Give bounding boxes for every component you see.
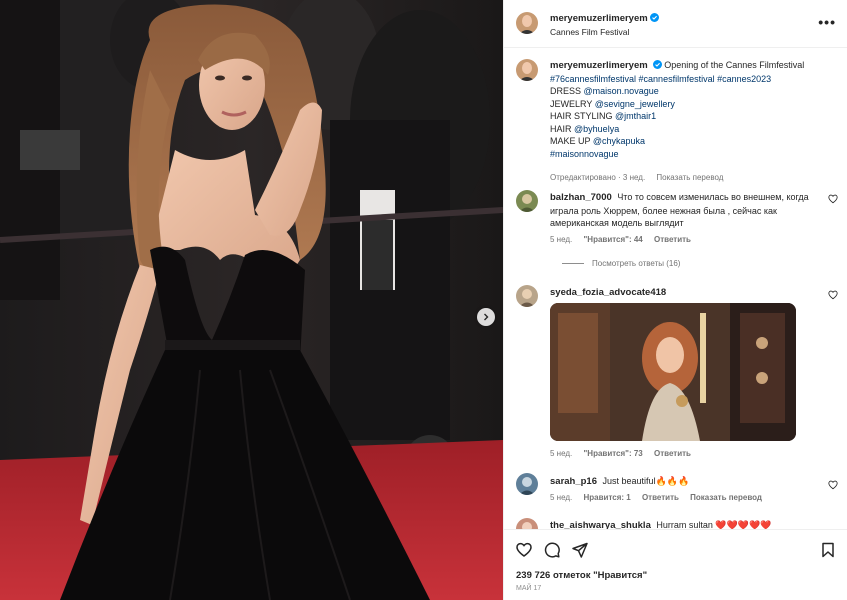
- photo-image: [0, 0, 503, 600]
- caption-hashtags[interactable]: #76cannesfilmfestival #cannesfilmfestiva…: [550, 74, 771, 84]
- comment-avatar[interactable]: [516, 473, 538, 495]
- comment-meta: 5 нед. Нравится: 1 Ответить Показать пер…: [550, 493, 771, 502]
- view-replies-label: Посмотреть ответы (16): [592, 259, 681, 268]
- caption-meta: Отредактировано · 3 нед. Показать перево…: [550, 173, 732, 182]
- caption-translate-button[interactable]: Показать перевод: [656, 173, 723, 182]
- comments-list[interactable]: meryemuzerlimeryem Opening of the Cannes…: [504, 48, 847, 529]
- author-avatar[interactable]: [516, 12, 538, 34]
- verified-badge-icon: [652, 60, 662, 69]
- author-username[interactable]: meryemuzerlimeryem: [550, 13, 648, 24]
- comment-likes-count[interactable]: "Нравится": 44: [584, 235, 643, 244]
- caption-mention[interactable]: @maison.novague: [584, 86, 659, 96]
- comment-time: 5 нед.: [550, 235, 573, 244]
- caption-label: HAIR STYLING: [550, 111, 613, 121]
- post-header: meryemuzerlimeryem Cannes Film Festival …: [504, 0, 847, 48]
- post-photo: [0, 0, 503, 600]
- caption-label: HAIR: [550, 123, 572, 134]
- comment-likes-count[interactable]: "Нравится": 73: [584, 449, 643, 458]
- caption-avatar[interactable]: [516, 59, 538, 81]
- comment-avatar[interactable]: [516, 190, 538, 212]
- comment-username[interactable]: the_aishwarya_shukla: [550, 520, 651, 529]
- caption-username[interactable]: meryemuzerlimeryem: [550, 60, 648, 71]
- comment-text: syeda_fozia_advocate418: [550, 286, 818, 300]
- comment-gif[interactable]: [550, 303, 796, 441]
- comment-reply-button[interactable]: Ответить: [654, 235, 691, 244]
- caption-text: meryemuzerlimeryem Opening of the Cannes…: [550, 59, 818, 160]
- comment-translate-button[interactable]: Показать перевод: [690, 493, 762, 502]
- more-options-icon: •••: [818, 14, 836, 30]
- verified-badge-icon: [649, 13, 659, 22]
- caption-mention[interactable]: @chykapuka: [593, 136, 645, 146]
- caption-label: MAKE UP: [550, 136, 591, 146]
- comment-text: the_aishwarya_shukla Hurram sultan ❤️❤️❤…: [550, 519, 818, 529]
- caption-mention[interactable]: @jmthair1: [615, 111, 656, 121]
- comment-meta: 5 нед. "Нравится": 73 Ответить: [550, 449, 700, 458]
- comment-avatar[interactable]: [516, 518, 538, 529]
- share-icon[interactable]: [572, 542, 588, 558]
- comment-like-heart-icon[interactable]: [828, 480, 838, 490]
- comment-avatar[interactable]: [516, 285, 538, 307]
- comment-likes-count[interactable]: Нравится: 1: [584, 493, 631, 502]
- comment-like-heart-icon[interactable]: [828, 194, 838, 204]
- comment-body: Just beautiful🔥🔥🔥: [602, 476, 690, 486]
- comment-time: 5 нед.: [550, 493, 573, 502]
- more-options-button[interactable]: •••: [818, 14, 836, 30]
- comment-icon[interactable]: [544, 542, 560, 558]
- comment-text: balzhan_7000 Что то совсем изменилась во…: [550, 191, 818, 230]
- comment-username[interactable]: sarah_p16: [550, 476, 597, 487]
- replies-divider: [562, 263, 584, 264]
- view-replies-button[interactable]: Посмотреть ответы (16): [562, 259, 680, 268]
- post-side-panel: meryemuzerlimeryem Cannes Film Festival …: [503, 0, 847, 600]
- caption-mention[interactable]: @byhuelya: [574, 124, 619, 134]
- caption-mention[interactable]: @sevigne_jewellery: [595, 99, 675, 109]
- comment-body: Hurram sultan ❤️❤️❤️❤️❤️: [656, 520, 772, 529]
- caption-line: Opening of the Cannes Filmfestival: [664, 60, 805, 70]
- post-location[interactable]: Cannes Film Festival: [550, 27, 629, 37]
- caption-label: DRESS: [550, 86, 582, 96]
- comment-reply-button[interactable]: Ответить: [654, 449, 691, 458]
- comment-username[interactable]: balzhan_7000: [550, 192, 612, 203]
- comment-text: sarah_p16 Just beautiful🔥🔥🔥: [550, 475, 818, 489]
- heart-icon[interactable]: [516, 542, 532, 558]
- comment-username[interactable]: syeda_fozia_advocate418: [550, 287, 666, 298]
- post-actions-bar: 239 726 отметок "Нравится" МАЙ 17: [504, 529, 847, 600]
- post-date: МАЙ 17: [516, 585, 542, 592]
- next-photo-button[interactable]: [477, 308, 495, 326]
- likes-count[interactable]: 239 726 отметок "Нравится": [516, 570, 647, 581]
- comment-meta: 5 нед. "Нравится": 44 Ответить: [550, 235, 700, 244]
- comment-time: 5 нед.: [550, 449, 573, 458]
- bookmark-icon[interactable]: [820, 542, 836, 558]
- gif-image: [550, 303, 796, 441]
- instagram-post-modal: meryemuzerlimeryem Cannes Film Festival …: [0, 0, 847, 600]
- chevron-right-icon: [484, 313, 489, 321]
- caption-label: JEWELRY: [550, 98, 593, 109]
- caption-edited: Отредактировано · 3 нед.: [550, 173, 646, 182]
- comment-like-heart-icon[interactable]: [828, 290, 838, 300]
- comment-reply-button[interactable]: Ответить: [642, 493, 679, 502]
- caption-hashtag[interactable]: #maisonnovague: [550, 149, 619, 159]
